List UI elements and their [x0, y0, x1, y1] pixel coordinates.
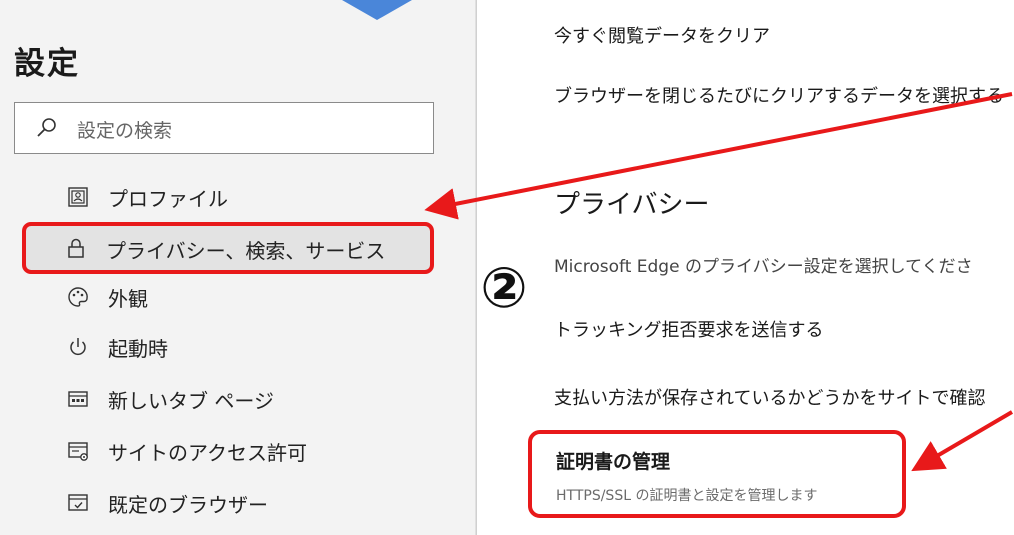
privacy-description: Microsoft Edge のプライバシー設定を選択してくださ — [554, 257, 973, 277]
payment-methods-setting[interactable]: 支払い方法が保存されているかどうかをサイトで確認 — [554, 384, 985, 410]
manage-certificates[interactable]: 証明書の管理 — [556, 447, 670, 474]
default-browser-icon — [66, 491, 90, 515]
search-placeholder: 設定の検索 — [77, 120, 173, 142]
settings-sidebar: 設定 設定の検索 プロファイル プライバシー、検索、サービス 外観 起動時 新し… — [0, 0, 476, 535]
sidebar-item-label: 外観 — [108, 287, 148, 311]
clear-browsing-data-now[interactable]: 今すぐ閲覧データをクリア — [554, 22, 770, 48]
search-input[interactable]: 設定の検索 — [14, 102, 434, 154]
sidebar-item-label: サイトのアクセス許可 — [108, 441, 307, 465]
sidebar-item-startup[interactable]: 起動時 — [24, 324, 432, 370]
sidebar-item-label: プロファイル — [108, 187, 228, 211]
palette-icon — [66, 285, 90, 309]
new-tab-icon — [66, 387, 90, 411]
step-number-badge: ② — [480, 256, 528, 321]
lock-icon — [64, 236, 88, 260]
manage-certificates-description: HTTPS/SSL の証明書と設定を管理します — [556, 488, 818, 504]
sidebar-item-appearance[interactable]: 外観 — [24, 274, 432, 320]
do-not-track-setting[interactable]: トラッキング拒否要求を送信する — [554, 316, 823, 342]
sidebar-item-privacy[interactable]: プライバシー、検索、サービス — [22, 222, 434, 274]
sidebar-item-site-permissions[interactable]: サイトのアクセス許可 — [24, 428, 432, 474]
site-permissions-icon — [66, 439, 90, 463]
profile-icon — [66, 185, 90, 209]
power-icon — [66, 335, 90, 359]
choose-data-to-clear-on-close[interactable]: ブラウザーを閉じるたびにクリアするデータを選択する — [554, 82, 1004, 108]
sidebar-item-label: 新しいタブ ページ — [108, 389, 274, 413]
sidebar-item-new-tab[interactable]: 新しいタブ ページ — [24, 376, 432, 422]
sidebar-item-default-browser[interactable]: 既定のブラウザー — [24, 480, 432, 526]
search-icon — [35, 116, 59, 140]
settings-title: 設定 — [14, 46, 80, 82]
sidebar-item-label: 既定のブラウザー — [108, 493, 268, 517]
sidebar-item-label: 起動時 — [108, 337, 168, 361]
privacy-section-title: プライバシー — [554, 190, 710, 220]
sidebar-item-profile[interactable]: プロファイル — [24, 174, 432, 220]
sidebar-item-label: プライバシー、検索、サービス — [106, 239, 386, 263]
